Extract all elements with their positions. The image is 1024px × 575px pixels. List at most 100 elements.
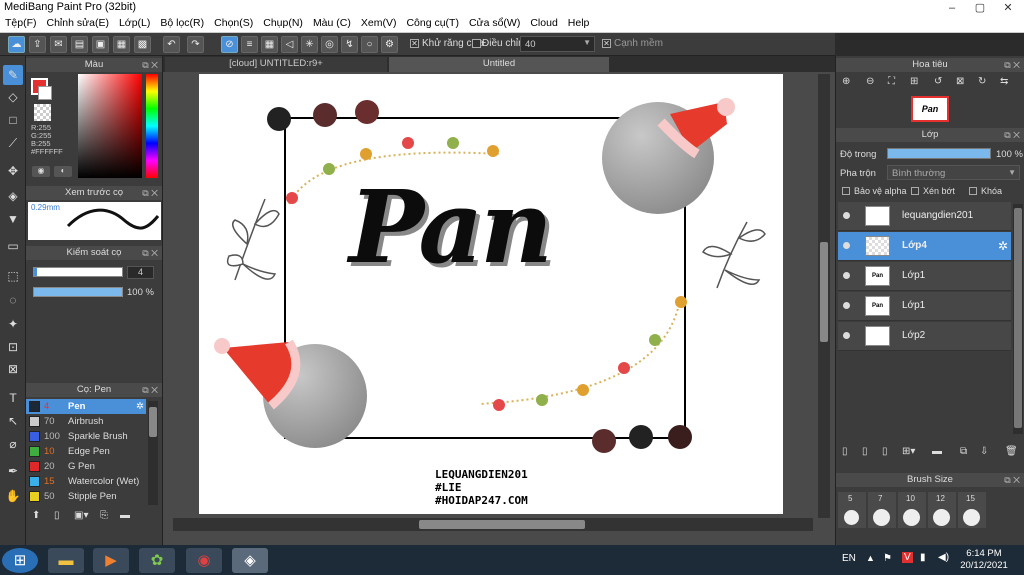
move-tool-icon[interactable]: ✥ — [3, 161, 23, 181]
language-indicator[interactable]: EN — [842, 553, 856, 564]
brush-item[interactable]: 100 Sparkle Brush — [26, 429, 146, 444]
cloud-icon[interactable]: ☁ — [8, 36, 25, 53]
blend-mode-select[interactable]: Bình thường ▼ — [887, 165, 1020, 180]
panel-expand-icon[interactable]: ⧉ ✕ — [142, 58, 158, 72]
new-layer-1bit-icon[interactable]: ▯ — [882, 446, 888, 457]
brush-item[interactable]: 50 Stipple Pen — [26, 489, 146, 504]
line-tool-icon[interactable]: ⟋ — [3, 133, 23, 153]
eraser-tool-icon[interactable]: ◇ — [3, 87, 23, 107]
ellipse-snap-icon[interactable]: ○ — [361, 36, 378, 53]
brush-folder-icon[interactable]: ▬ — [120, 510, 130, 521]
panel-expand-icon[interactable]: ⧉ ✕ — [1004, 58, 1020, 72]
brush-size-cell[interactable]: 15 — [958, 492, 986, 528]
select-pen-icon[interactable]: ⊡ — [3, 337, 23, 357]
comment-icon[interactable]: ✉ — [50, 36, 67, 53]
page-icon[interactable]: ▤ — [71, 36, 88, 53]
parallel-snap-icon[interactable]: ≡ — [241, 36, 258, 53]
panel-expand-icon[interactable]: ⧉ ✕ — [142, 383, 158, 397]
adjust-checkbox[interactable] — [472, 39, 481, 48]
text-tool-icon[interactable]: T — [3, 388, 23, 408]
menu-window[interactable]: Cửa sổ(W) — [464, 16, 525, 29]
antialias-checkbox[interactable]: ✕ — [410, 39, 419, 48]
layer-row[interactable]: lequangdien201 — [838, 202, 1011, 231]
delete-layer-icon[interactable]: 🗑 — [1005, 446, 1018, 457]
brush-size-cell[interactable]: 7 — [868, 492, 896, 528]
background-color-swatch[interactable] — [38, 86, 52, 100]
rect-tool-icon[interactable]: □ — [3, 110, 23, 130]
tab-cloud-untitled[interactable]: [cloud] UNTITLED:r9+ — [165, 57, 387, 72]
rotate-right-icon[interactable]: ↻ — [978, 76, 986, 87]
volume-icon[interactable]: ◀) — [938, 552, 949, 563]
vanishing-snap-icon[interactable]: ◁ — [281, 36, 298, 53]
close-button[interactable]: ✕ — [994, 0, 1022, 16]
color-history-icon[interactable]: ◉ — [32, 166, 50, 177]
bucket-tool-icon[interactable]: ▼ — [3, 209, 23, 229]
gradient-tool-icon[interactable]: ▭ — [3, 236, 23, 256]
clock[interactable]: 6:14 PM 20/12/2021 — [960, 548, 1008, 572]
lasso-tool-icon[interactable]: ◌ — [3, 290, 23, 310]
brush-item[interactable]: 4 Pen ✲ — [26, 399, 146, 414]
duplicate-layer-icon[interactable]: ⧉ — [960, 446, 967, 457]
actual-size-icon[interactable]: ⊞ — [910, 76, 918, 87]
soft-edge-checkbox[interactable]: ✕ — [602, 39, 611, 48]
lock-checkbox[interactable] — [969, 187, 977, 195]
brush-size-slider[interactable] — [33, 267, 123, 277]
zoom-out-icon[interactable]: ⊖ — [866, 76, 874, 87]
minimize-button[interactable]: – — [938, 0, 966, 16]
tray-v-icon[interactable]: V — [902, 552, 913, 563]
layer-row[interactable]: Lớp4 ✲ — [838, 232, 1011, 261]
adjust-input[interactable]: 40 ▼ — [520, 36, 595, 52]
media-player-icon[interactable]: ▶ — [93, 548, 129, 573]
vertical-scrollbar[interactable] — [818, 74, 830, 518]
layout-icon[interactable]: ▦ — [113, 36, 130, 53]
eyedropper-tool-icon[interactable]: ⌀ — [3, 434, 23, 454]
redo-icon[interactable]: ↷ — [187, 36, 204, 53]
layer-folder-icon[interactable]: ▬ — [932, 446, 942, 457]
menu-help[interactable]: Help — [563, 16, 595, 29]
layer-row[interactable]: Lớp2 — [838, 322, 1011, 351]
zoom-in-icon[interactable]: ⊕ — [842, 76, 850, 87]
no-snap-icon[interactable]: ⊘ — [221, 36, 238, 53]
menu-view[interactable]: Xem(V) — [356, 16, 402, 29]
brush-menu-icon[interactable]: ▣▾ — [74, 510, 88, 521]
transparent-swatch[interactable] — [34, 104, 51, 121]
hand-tool-icon[interactable]: ✋ — [3, 486, 23, 506]
flag-icon[interactable]: ⚑ — [883, 553, 892, 564]
panel-expand-icon[interactable]: ⧉ ✕ — [1004, 473, 1020, 487]
magic-wand-icon[interactable]: ✦ — [3, 314, 23, 334]
new-layer-icon[interactable]: ▯ — [842, 446, 848, 457]
panel-expand-icon[interactable]: ⧉ ✕ — [142, 246, 158, 260]
protect-alpha-checkbox[interactable] — [842, 187, 850, 195]
brush-size-cell[interactable]: 12 — [928, 492, 956, 528]
menu-cloud[interactable]: Cloud — [525, 16, 562, 29]
share-icon[interactable]: ⇪ — [29, 36, 46, 53]
operation-tool-icon[interactable]: ↖ — [3, 411, 23, 431]
brush-settings-icon[interactable]: ✲ — [136, 399, 144, 414]
rotate-left-icon[interactable]: ↺ — [934, 76, 942, 87]
file-explorer-icon[interactable]: ▬ — [48, 548, 84, 573]
radial-snap-icon[interactable]: ✳ — [301, 36, 318, 53]
brush-item[interactable]: 10 Edge Pen — [26, 444, 146, 459]
new-layer-8bit-icon[interactable]: ▯ — [862, 446, 868, 457]
hue-slider[interactable] — [146, 74, 158, 178]
start-button-icon[interactable]: ⊞ — [2, 548, 38, 573]
document-icon[interactable]: ▣ — [92, 36, 109, 53]
tray-arrow-icon[interactable]: ▲ — [866, 553, 875, 563]
horizontal-scroll-thumb[interactable] — [419, 520, 585, 529]
brush-copy-icon[interactable]: ⎘ — [100, 510, 108, 521]
app-icon[interactable]: ✿ — [139, 548, 175, 573]
brush-item[interactable]: 20 G Pen — [26, 459, 146, 474]
network-icon[interactable]: ▮ — [920, 552, 926, 563]
merge-layer-icon[interactable]: ⇩ — [980, 446, 988, 457]
menu-file[interactable]: Tệp(F) — [0, 16, 42, 29]
visibility-icon[interactable] — [843, 272, 850, 279]
menu-filter[interactable]: Bộ lọc(R) — [155, 16, 209, 29]
saturation-picker[interactable] — [78, 74, 142, 178]
grid-icon[interactable]: ▩ — [134, 36, 151, 53]
tab-untitled[interactable]: Untitled — [389, 57, 609, 72]
chrome-icon[interactable]: ◉ — [186, 548, 222, 573]
settings-icon[interactable]: ⚙ — [381, 36, 398, 53]
brush-item[interactable]: 70 Airbrush — [26, 414, 146, 429]
menu-edit[interactable]: Chỉnh sửa(E) — [42, 16, 114, 29]
menu-layer[interactable]: Lớp(L) — [114, 16, 155, 29]
